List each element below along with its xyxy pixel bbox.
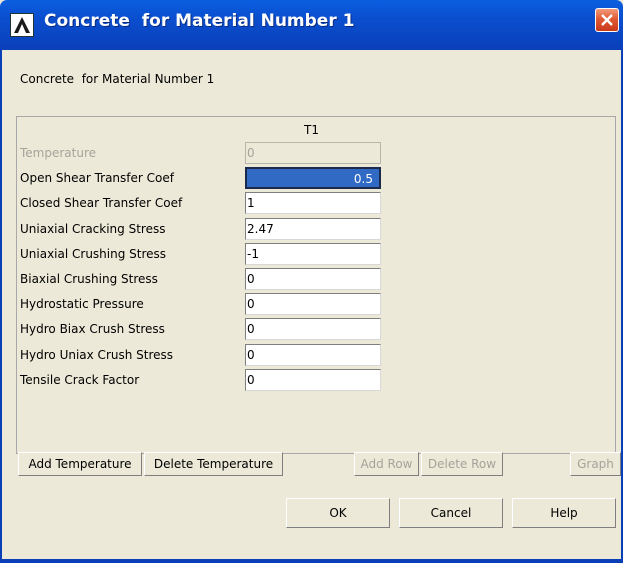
close-button[interactable] bbox=[595, 8, 619, 32]
value-cell[interactable]: 0 bbox=[245, 293, 381, 315]
ok-button[interactable]: OK bbox=[286, 498, 390, 528]
help-button[interactable]: Help bbox=[512, 498, 616, 528]
delete-row-button[interactable]: Delete Row bbox=[421, 452, 503, 476]
add-row-button[interactable]: Add Row bbox=[354, 452, 419, 476]
row-label: Hydrostatic Pressure bbox=[20, 297, 144, 311]
ansys-logo-icon bbox=[10, 13, 34, 37]
concrete-material-dialog: Concrete for Material Number 1 Concrete … bbox=[0, 0, 623, 563]
value-cell[interactable]: 0 bbox=[245, 344, 381, 366]
window-frame-bottom bbox=[0, 559, 623, 563]
row-label: Temperature bbox=[20, 146, 97, 160]
column-header-t1: T1 bbox=[304, 123, 319, 137]
add-temperature-button[interactable]: Add Temperature bbox=[18, 452, 142, 476]
row-label: Hydro Uniax Crush Stress bbox=[20, 348, 174, 362]
delete-temperature-button[interactable]: Delete Temperature bbox=[144, 452, 283, 476]
value-cell[interactable]: 0 bbox=[245, 369, 381, 391]
value-cell: 0 bbox=[245, 142, 381, 164]
close-icon bbox=[601, 14, 613, 26]
value-cell[interactable]: -1 bbox=[245, 243, 381, 265]
title-bar[interactable]: Concrete for Material Number 1 bbox=[0, 0, 623, 50]
row-label: Tensile Crack Factor bbox=[20, 373, 140, 387]
row-label: Open Shear Transfer Coef bbox=[20, 171, 174, 185]
value-cell[interactable]: 0 bbox=[245, 268, 381, 290]
row-label: Uniaxial Crushing Stress bbox=[20, 247, 167, 261]
dialog-heading: Concrete for Material Number 1 bbox=[20, 72, 215, 86]
row-label: Hydro Biax Crush Stress bbox=[20, 322, 165, 336]
window-title: Concrete for Material Number 1 bbox=[44, 11, 355, 31]
value-cell[interactable]: 1 bbox=[245, 192, 381, 214]
cancel-button[interactable]: Cancel bbox=[399, 498, 503, 528]
row-label: Uniaxial Cracking Stress bbox=[20, 222, 166, 236]
row-label: Biaxial Crushing Stress bbox=[20, 272, 158, 286]
dialog-body: Concrete for Material Number 1 T1 Temper… bbox=[2, 50, 621, 559]
value-cell[interactable]: 0.5 bbox=[245, 167, 381, 189]
row-label: Closed Shear Transfer Coef bbox=[20, 196, 183, 210]
graph-button[interactable]: Graph bbox=[570, 452, 621, 476]
value-cell[interactable]: 2.47 bbox=[245, 218, 381, 240]
value-cell[interactable]: 0 bbox=[245, 318, 381, 340]
